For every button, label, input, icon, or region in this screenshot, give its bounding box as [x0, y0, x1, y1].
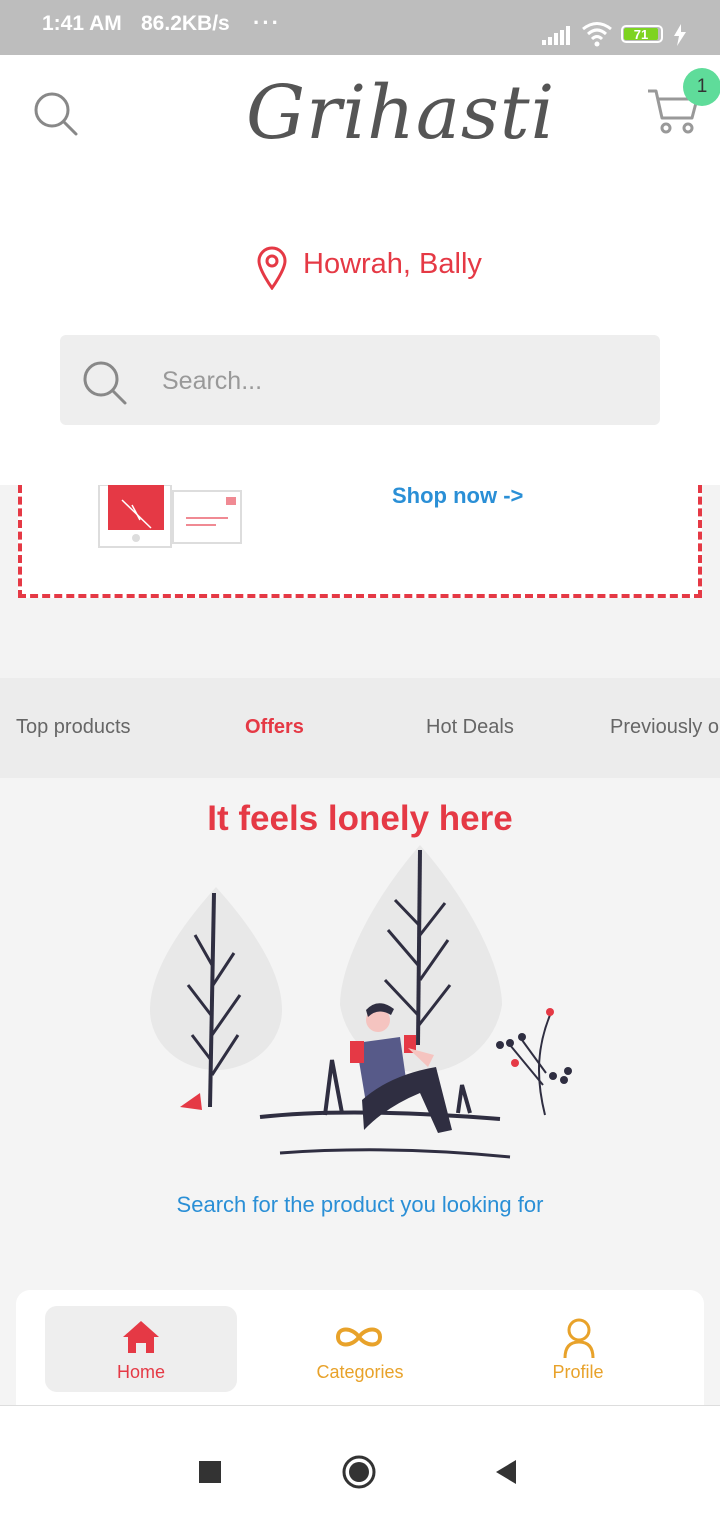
- recent-apps-icon[interactable]: [199, 1461, 221, 1483]
- back-icon[interactable]: [494, 1459, 518, 1485]
- status-time: 1:41 AM: [42, 12, 122, 35]
- home-circle-icon[interactable]: [341, 1454, 377, 1490]
- app-logo: Grihasti: [246, 70, 556, 156]
- person-icon[interactable]: [562, 1318, 596, 1360]
- location-pin-icon: [257, 246, 287, 290]
- status-network-speed: 86.2KB/s: [141, 12, 230, 35]
- search-icon[interactable]: [33, 91, 79, 137]
- charging-icon: [674, 24, 686, 46]
- location-label[interactable]: Howrah, Bally: [303, 248, 482, 281]
- tab-offers[interactable]: Offers: [245, 716, 304, 739]
- nav-profile-label[interactable]: Profile: [482, 1362, 674, 1383]
- wifi-icon: [582, 22, 612, 47]
- signal-icon: [542, 26, 570, 45]
- search-icon: [83, 361, 127, 405]
- tab-top-products[interactable]: Top products: [16, 716, 131, 739]
- promo-illustration: [98, 485, 242, 548]
- nav-categories-label[interactable]: Categories: [264, 1362, 456, 1383]
- product-tabs: Top products Offers Hot Deals Previously…: [0, 678, 720, 778]
- tab-previously-ordered[interactable]: Previously o: [610, 716, 719, 739]
- tab-hot-deals[interactable]: Hot Deals: [426, 716, 514, 739]
- shop-now-link[interactable]: Shop now ->: [392, 483, 523, 509]
- battery-level: 71: [624, 28, 658, 41]
- infinity-icon[interactable]: [334, 1322, 384, 1352]
- search-bar[interactable]: [60, 335, 660, 425]
- status-bar: 1:41 AM 86.2KB/s ··· 71: [0, 0, 720, 55]
- home-icon[interactable]: [121, 1319, 161, 1355]
- search-input[interactable]: [160, 357, 634, 405]
- status-more-dots: ···: [253, 10, 281, 35]
- empty-state-subtitle: Search for the product you looking for: [176, 1192, 544, 1217]
- empty-state-illustration: [150, 845, 572, 1159]
- cart-badge: 1: [683, 68, 720, 106]
- empty-state-title: It feels lonely here: [207, 799, 513, 838]
- nav-home-label[interactable]: Home: [45, 1362, 237, 1383]
- battery-icon: 71: [621, 25, 663, 43]
